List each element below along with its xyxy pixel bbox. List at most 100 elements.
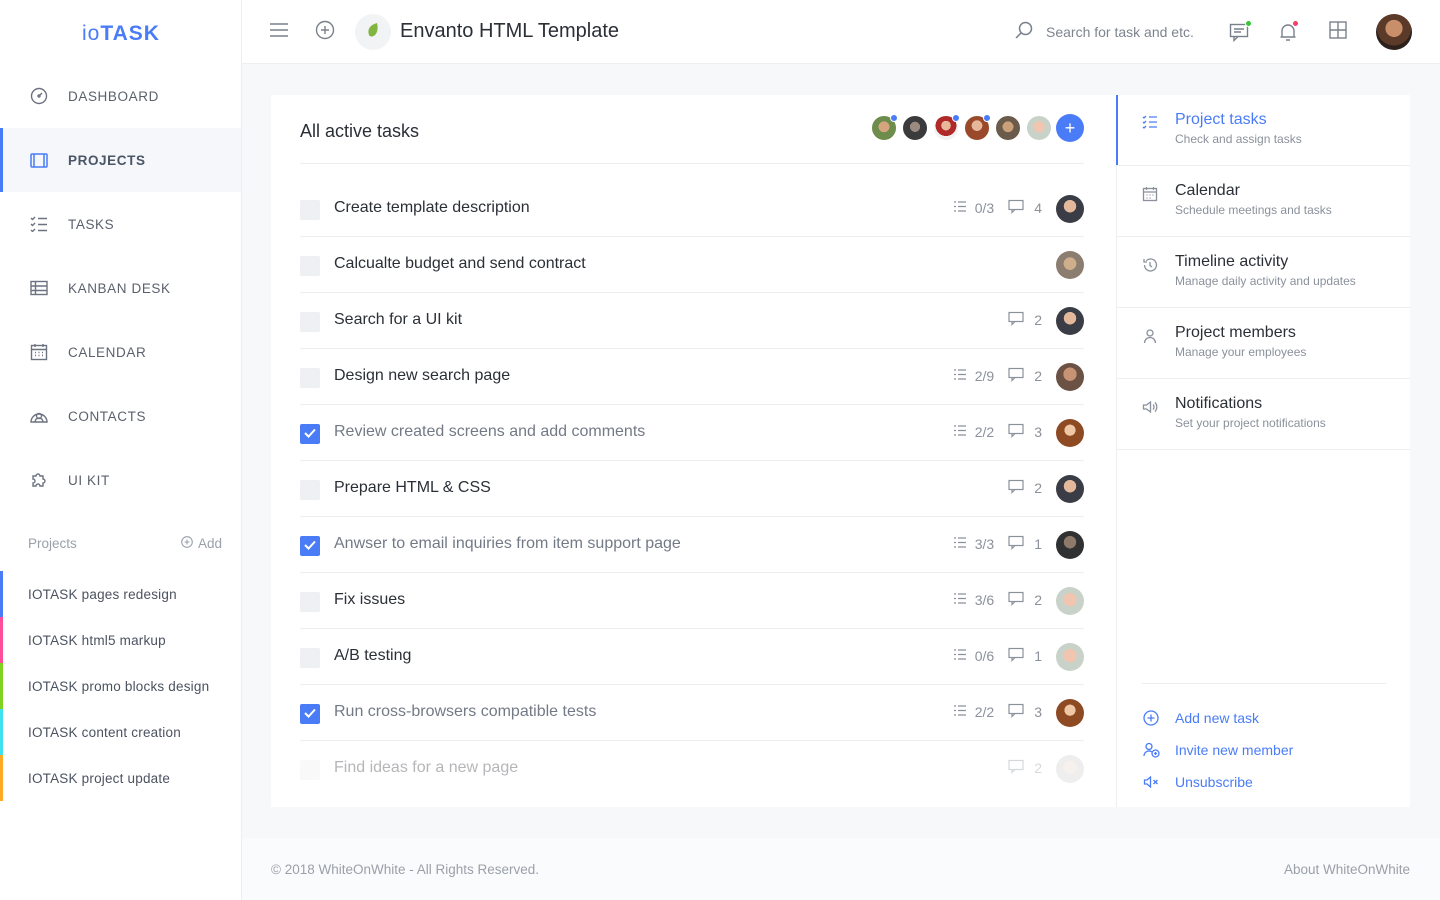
add-project-button[interactable]: Add — [181, 536, 222, 551]
unsubscribe-link[interactable]: Unsubscribe — [1142, 766, 1386, 798]
plus-circle-icon — [1142, 710, 1160, 726]
panel-item-project-tasks[interactable]: Project tasks Check and assign tasks — [1116, 95, 1410, 166]
assignee-avatar[interactable] — [1056, 643, 1084, 671]
task-checkbox[interactable] — [300, 704, 320, 724]
checklist-count: 0/3 — [974, 200, 995, 216]
task-checkbox[interactable] — [300, 200, 320, 220]
project-item[interactable]: IOTASK content creation — [0, 709, 241, 755]
project-logo[interactable] — [355, 14, 391, 50]
nav-item-calendar[interactable]: CALENDAR — [0, 320, 241, 384]
nav-item-ui-kit[interactable]: UI KIT — [0, 448, 241, 512]
task-checkbox[interactable] — [300, 536, 320, 556]
member-avatar[interactable] — [870, 114, 898, 142]
task-row[interactable]: Prepare HTML & CSS 2 — [300, 461, 1084, 517]
panel-item-calendar[interactable]: Calendar Schedule meetings and tasks — [1117, 166, 1410, 237]
task-meta: 2 — [994, 759, 1042, 777]
online-dot — [890, 114, 898, 122]
add-button[interactable] — [313, 20, 337, 44]
task-meta: 2/2 3 — [939, 703, 1042, 721]
task-checkbox[interactable] — [300, 760, 320, 780]
user-plus-icon — [1142, 742, 1160, 758]
task-checkbox[interactable] — [300, 592, 320, 612]
project-item[interactable]: IOTASK promo blocks design — [0, 663, 241, 709]
member-avatar[interactable] — [1025, 114, 1053, 142]
add-new-task-link[interactable]: Add new task — [1142, 702, 1386, 734]
main-nav: DASHBOARD PROJECTS TASKS KANBAN DESK CAL… — [0, 64, 241, 512]
task-meta: 0/3 4 — [939, 199, 1042, 217]
panel-item-notifications[interactable]: Notifications Set your project notificat… — [1117, 379, 1410, 450]
task-row[interactable]: Find ideas for a new page 2 — [300, 741, 1084, 797]
tasks-card: All active tasks + Create template descr… — [271, 95, 1410, 807]
task-row[interactable]: Anwser to email inquiries from item supp… — [300, 517, 1084, 573]
task-row[interactable]: Design new search page 2/9 2 — [300, 349, 1084, 405]
member-avatar[interactable] — [963, 114, 991, 142]
about-link[interactable]: About WhiteOnWhite — [1284, 862, 1410, 877]
search-icon — [1014, 20, 1034, 45]
nav-item-dashboard[interactable]: DASHBOARD — [0, 64, 241, 128]
assignee-avatar[interactable] — [1056, 363, 1084, 391]
project-item[interactable]: IOTASK html5 markup — [0, 617, 241, 663]
invite-member-link[interactable]: Invite new member — [1142, 734, 1386, 766]
assignee-avatar[interactable] — [1056, 475, 1084, 503]
member-avatar[interactable] — [994, 114, 1022, 142]
assignee-avatar[interactable] — [1056, 419, 1084, 447]
panel-item-title: Calendar — [1175, 182, 1240, 199]
panel-item-subtitle: Schedule meetings and tasks — [1175, 203, 1332, 217]
add-member-button[interactable]: + — [1056, 114, 1084, 142]
member-avatar[interactable] — [901, 114, 929, 142]
comment-count: 4 — [1034, 200, 1042, 216]
nav-item-contacts[interactable]: CONTACTS — [0, 384, 241, 448]
assignee-avatar[interactable] — [1056, 195, 1084, 223]
project-item[interactable]: IOTASK project update — [0, 755, 241, 801]
assignee-avatar[interactable] — [1056, 587, 1084, 615]
apps-button[interactable] — [1326, 20, 1350, 44]
task-row[interactable]: A/B testing 0/6 1 — [300, 629, 1084, 685]
task-checkbox[interactable] — [300, 480, 320, 500]
nav-item-projects[interactable]: PROJECTS — [0, 128, 241, 192]
task-row[interactable]: Review created screens and add comments … — [300, 405, 1084, 461]
assignee-avatar[interactable] — [1056, 699, 1084, 727]
comment-count: 2 — [1034, 760, 1042, 776]
task-checkbox[interactable] — [300, 256, 320, 276]
search-button[interactable] — [1012, 20, 1036, 44]
page-title: Envanto HTML Template — [400, 20, 619, 42]
notifications-button[interactable] — [1276, 20, 1300, 44]
nav-item-tasks[interactable]: TASKS — [0, 192, 241, 256]
comment-icon — [1008, 591, 1026, 609]
task-checkbox[interactable] — [300, 368, 320, 388]
panel-item-subtitle: Set your project notifications — [1175, 416, 1326, 430]
task-checkbox[interactable] — [300, 648, 320, 668]
task-row[interactable]: Calcualte budget and send contract — [300, 237, 1084, 293]
projects-heading: Projects — [28, 536, 77, 551]
chat-icon — [1229, 20, 1252, 43]
contacts-icon — [28, 405, 50, 427]
assignee-avatar[interactable] — [1056, 755, 1084, 783]
menu-toggle-button[interactable] — [267, 20, 291, 44]
chat-button[interactable] — [1228, 20, 1252, 44]
checklist-count: 3/6 — [974, 592, 995, 608]
panel-item-members[interactable]: Project members Manage your employees — [1117, 308, 1410, 379]
assignee-avatar[interactable] — [1056, 251, 1084, 279]
nav-item-kanban[interactable]: KANBAN DESK — [0, 256, 241, 320]
task-checkbox[interactable] — [300, 424, 320, 444]
project-item[interactable]: IOTASK pages redesign — [0, 571, 241, 617]
assignee-avatar[interactable] — [1056, 307, 1084, 335]
task-row[interactable]: Fix issues 3/6 2 — [300, 573, 1084, 629]
assignee-avatar[interactable] — [1056, 531, 1084, 559]
user-avatar[interactable] — [1376, 14, 1412, 50]
task-row[interactable]: Run cross-browsers compatible tests 2/2 … — [300, 685, 1084, 741]
task-meta: 2/2 3 — [939, 423, 1042, 441]
leaf-icon — [366, 22, 380, 43]
panel-item-title: Project members — [1175, 324, 1296, 341]
task-row[interactable]: Create template description 0/3 4 — [300, 181, 1084, 237]
check-icon — [304, 425, 316, 443]
search-input[interactable] — [1046, 20, 1216, 44]
nav-label: UI KIT — [68, 472, 110, 488]
comment-icon — [1008, 703, 1026, 721]
panel-item-timeline[interactable]: Timeline activity Manage daily activity … — [1117, 237, 1410, 308]
task-checkbox[interactable] — [300, 312, 320, 332]
task-row[interactable]: Search for a UI kit 2 — [300, 293, 1084, 349]
member-avatar[interactable] — [932, 114, 960, 142]
app-logo[interactable]: ioTASK — [82, 22, 160, 46]
comment-icon — [1008, 311, 1026, 329]
